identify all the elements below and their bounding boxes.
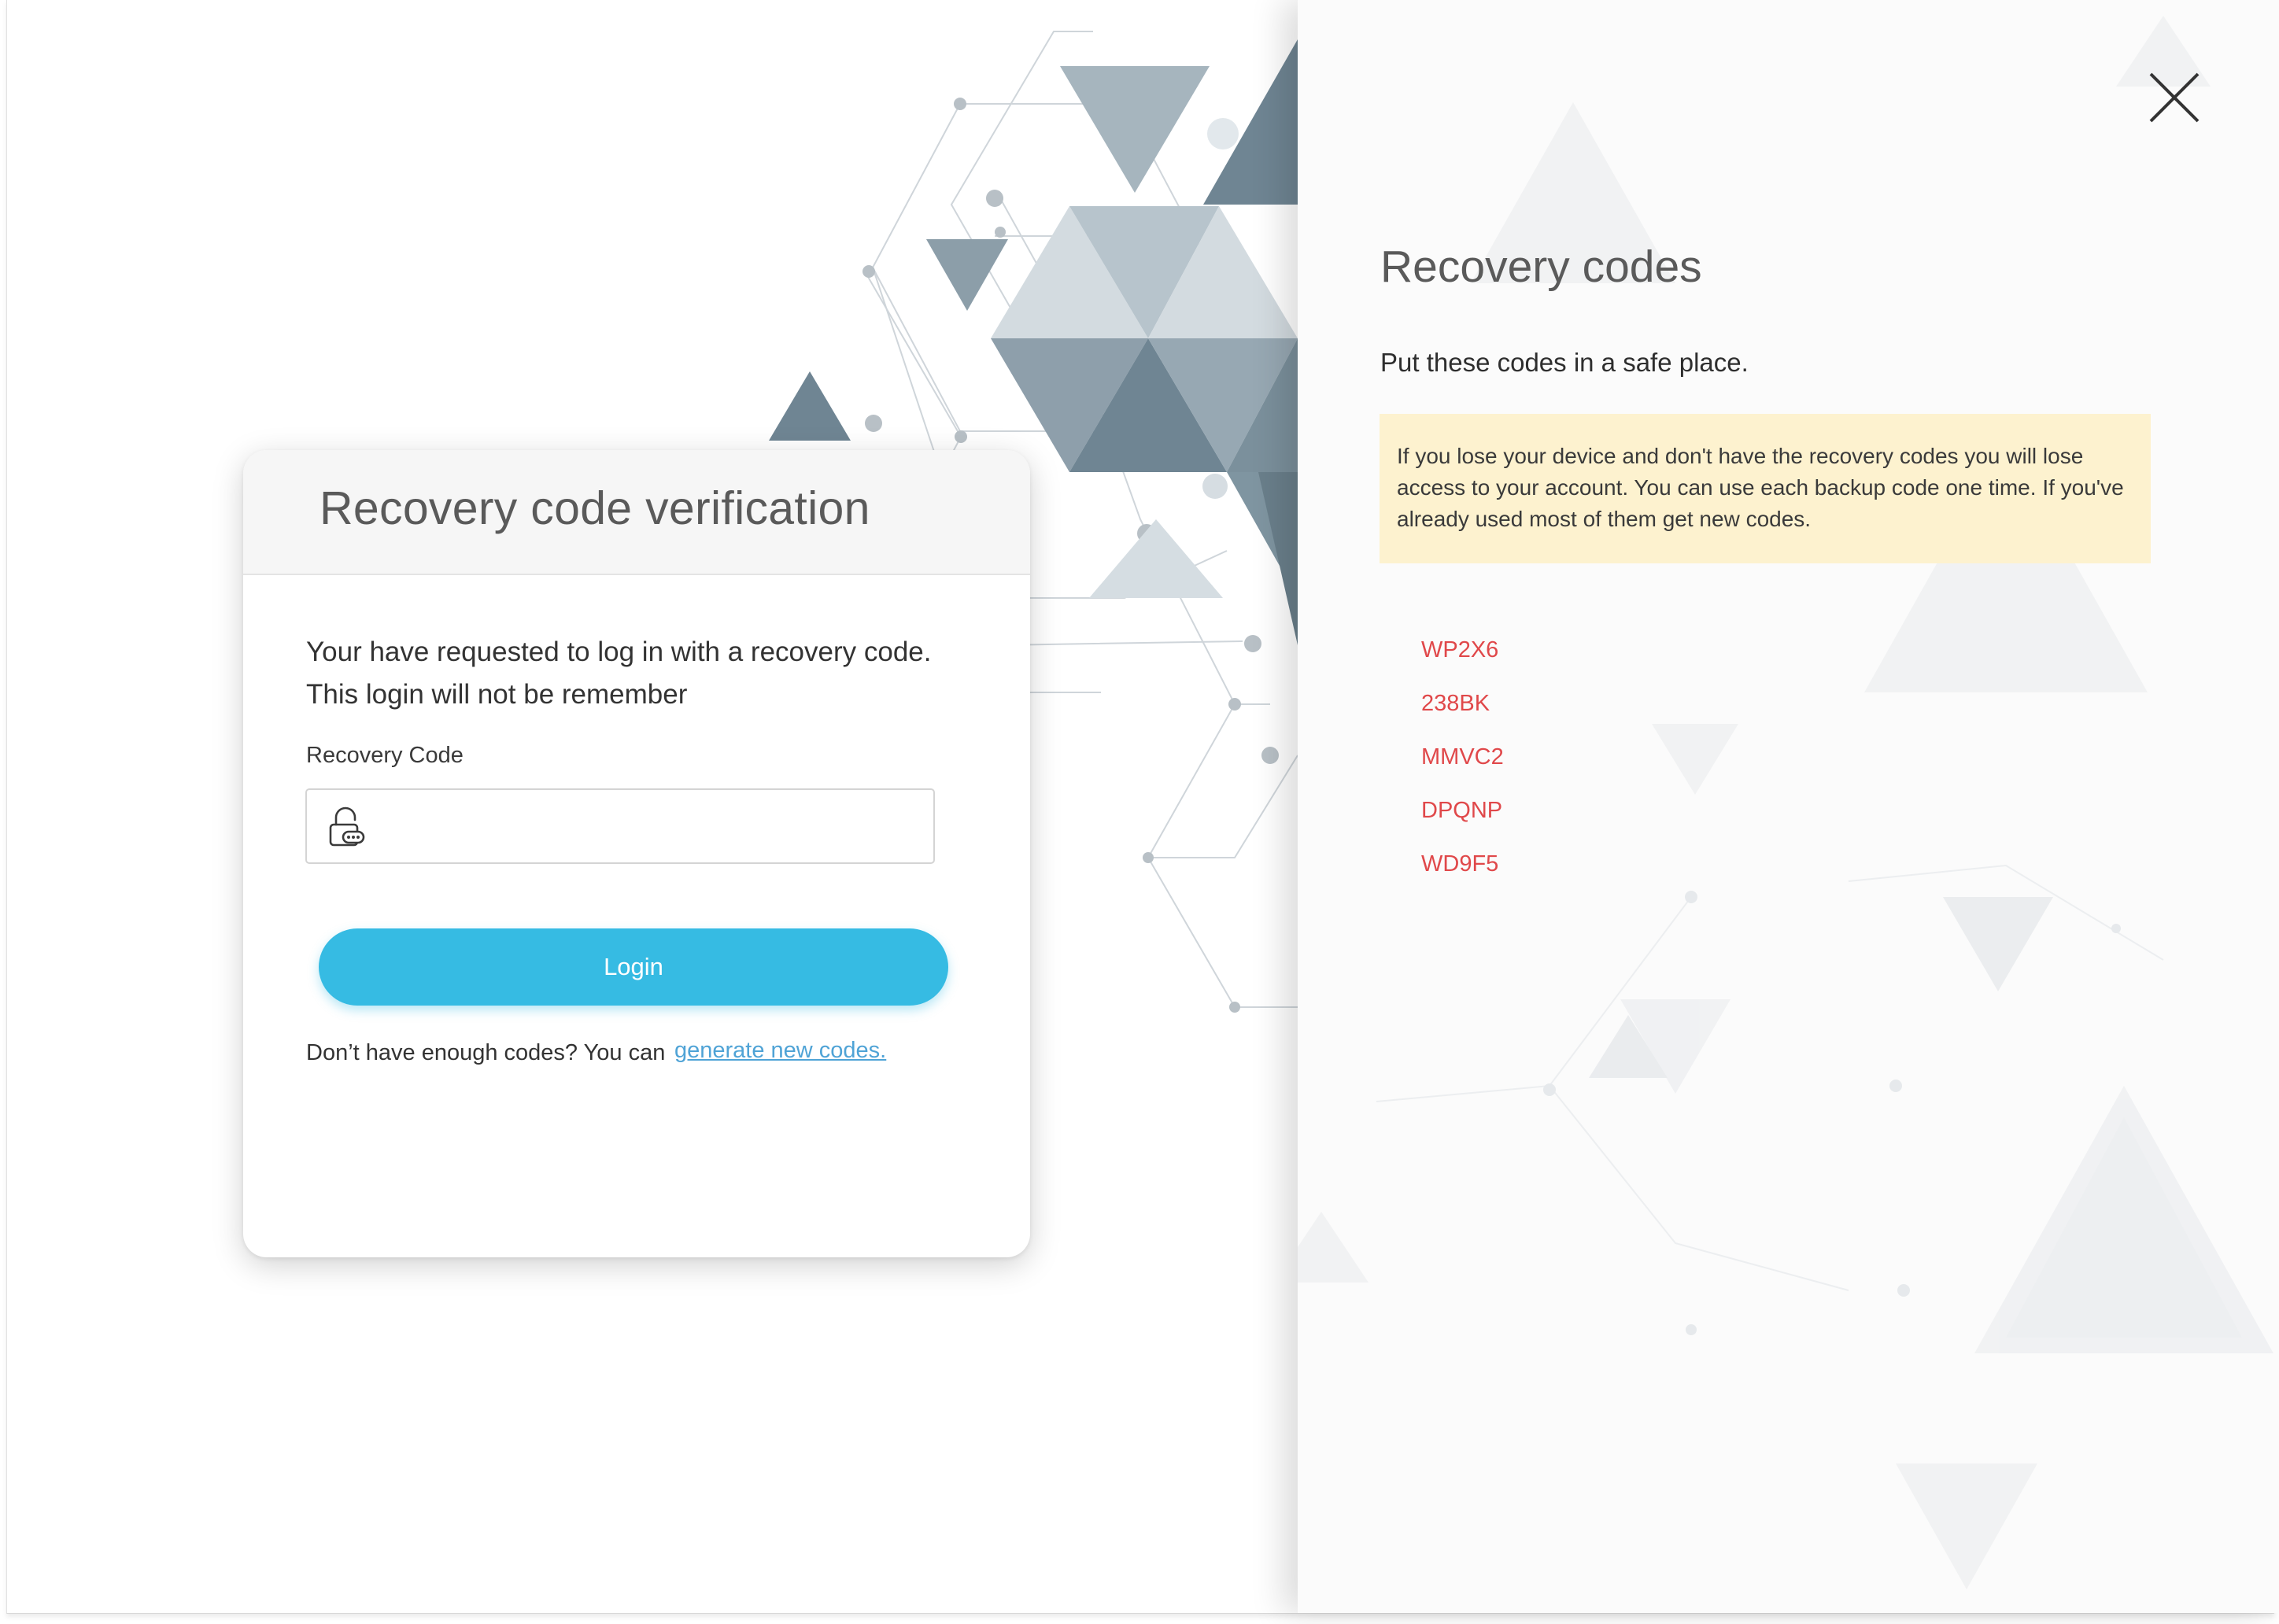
app-window: Recovery code verification Your have req… xyxy=(0,0,2279,1624)
intro-line-1: Your have requested to log in with a rec… xyxy=(306,637,932,667)
recovery-code-label: Recovery Code xyxy=(306,743,464,768)
recovery-code-list: WP2X6 238BK MMVC2 DPQNP WD9F5 xyxy=(1421,633,1504,901)
recovery-code-item: WP2X6 xyxy=(1421,637,1499,663)
panel-title: Recovery codes xyxy=(1380,242,1702,292)
recovery-code-input[interactable] xyxy=(378,790,924,864)
intro-line-2: This login will not be remember xyxy=(306,679,688,710)
recovery-code-item: WD9F5 xyxy=(1421,851,1499,877)
lock-icon xyxy=(329,806,365,847)
page-frame: Recovery code verification Your have req… xyxy=(6,0,2279,1614)
generate-new-codes-link[interactable]: generate new codes. xyxy=(674,1038,886,1064)
recovery-code-input-wrap[interactable] xyxy=(305,788,935,864)
close-icon[interactable] xyxy=(2146,69,2203,126)
recovery-login-card: Recovery code verification Your have req… xyxy=(243,450,1030,1257)
card-title: Recovery code verification xyxy=(320,482,870,534)
recovery-code-item: DPQNP xyxy=(1421,798,1503,823)
footer-text: Don’t have enough codes? You can xyxy=(306,1040,666,1065)
login-button[interactable]: Login xyxy=(319,928,948,1006)
recovery-codes-panel: Recovery codes Put these codes in a safe… xyxy=(1298,0,2279,1613)
card-header: Recovery code verification xyxy=(243,450,1030,575)
panel-subtitle: Put these codes in a safe place. xyxy=(1380,348,1749,377)
warning-notice: If you lose your device and don't have t… xyxy=(1380,414,2151,563)
card-intro: Your have requested to log in with a rec… xyxy=(306,631,983,716)
recovery-code-item: MMVC2 xyxy=(1421,744,1504,770)
recovery-code-item: 238BK xyxy=(1421,691,1490,716)
